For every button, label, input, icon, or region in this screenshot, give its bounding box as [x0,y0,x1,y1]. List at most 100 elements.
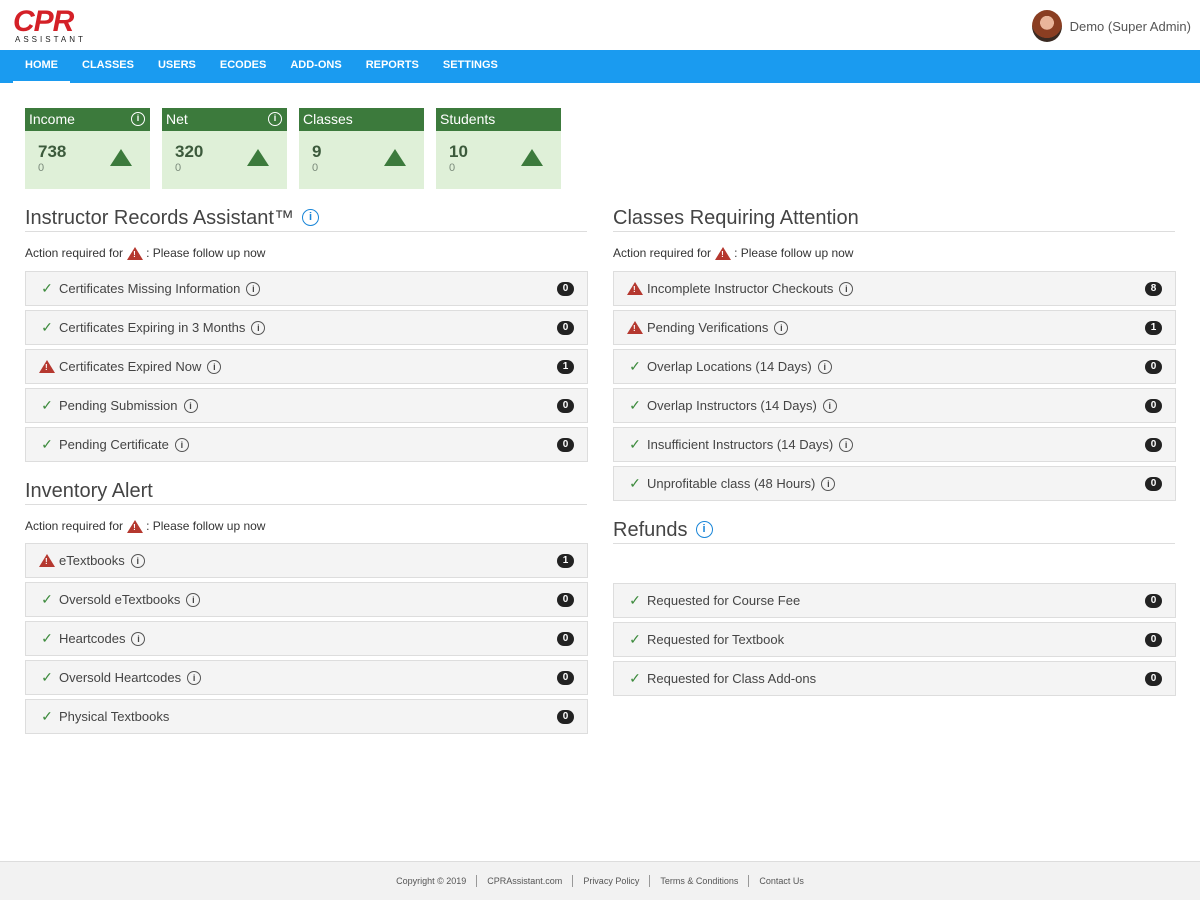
footer: Copyright © 2019 CPRAssistant.com Privac… [0,861,1200,900]
avatar[interactable] [1031,10,1062,42]
info-icon[interactable]: i [186,592,201,607]
count-badge: 0 [557,321,574,335]
list-item[interactable]: ✓ Overlap Instructors (14 Days) i 0 [613,388,1176,423]
list-item[interactable]: ✓ Physical Textbooks 0 [25,699,588,734]
list-item[interactable]: Pending Verifications i 1 [613,310,1176,345]
info-icon[interactable]: i [251,320,266,335]
stat-sub: 0 [38,162,45,174]
nav-users[interactable]: USERS [146,50,208,83]
list-item[interactable]: Certificates Expired Now i 1 [25,349,588,384]
section-title-text: Inventory Alert [25,479,153,502]
list-item[interactable]: ✓ Certificates Missing Information i 0 [25,271,588,306]
check-icon: ✓ [41,436,53,452]
footer-terms-link[interactable]: Terms & Conditions [649,875,748,887]
list-item[interactable]: eTextbooks i 1 [25,543,588,578]
list-item-label: Pending Certificate [59,437,169,452]
info-icon[interactable]: i [695,521,713,538]
note-prefix: Action required for [25,246,124,260]
trend-up-icon [521,149,543,166]
info-icon[interactable]: i [821,476,836,491]
check-icon: ✓ [629,436,641,452]
list-item[interactable]: ✓ Overlap Locations (14 Days) i 0 [613,349,1176,384]
stat-cards: Income i 738 0 Net i 320 0 Classes 9 0 S… [25,108,561,189]
list-item[interactable]: ✓ Certificates Expiring in 3 Months i 0 [25,310,588,345]
info-icon[interactable]: i [817,359,832,374]
stat-value: 320 [175,142,204,161]
stat-card-students: Students 10 0 [436,108,561,189]
section-title-text: Refunds [613,518,688,541]
info-icon[interactable]: i [822,398,837,413]
warning-icon [127,519,144,533]
nav-settings[interactable]: SETTINGS [431,50,510,83]
nav-reports[interactable]: REPORTS [354,50,431,83]
user-menu[interactable]: Demo (Super Admin) [1031,9,1191,43]
info-icon[interactable]: i [131,631,146,646]
list-item[interactable]: ✓ Requested for Course Fee 0 [613,583,1176,618]
list-item[interactable]: ✓ Pending Submission i 0 [25,388,588,423]
info-icon[interactable]: i [268,112,282,126]
list-item[interactable]: ✓ Requested for Class Add-ons 0 [613,661,1176,696]
count-badge: 8 [1145,282,1162,296]
footer-privacy-link[interactable]: Privacy Policy [572,875,649,887]
count-badge: 0 [557,593,574,607]
count-badge: 0 [557,282,574,296]
check-icon: ✓ [629,358,641,374]
list-item-label: Overlap Locations (14 Days) [647,359,812,374]
info-icon[interactable]: i [187,670,202,685]
stat-label: Income [29,111,75,127]
warning-icon [627,321,643,334]
list-item[interactable]: ✓ Pending Certificate i 0 [25,427,588,462]
footer-contact-link[interactable]: Contact Us [748,875,814,887]
nav-add-ons[interactable]: ADD-ONS [278,50,353,83]
info-icon[interactable]: i [131,112,145,126]
list-item-label: Oversold eTextbooks [59,592,181,607]
cpr-assistant-logo[interactable]: CPR ASSISTANT [13,7,93,44]
list-item-label: Certificates Expired Now [59,359,202,374]
list-item[interactable]: ✓ Heartcodes i 0 [25,621,588,656]
info-icon[interactable]: i [207,359,222,374]
info-icon[interactable]: i [246,281,261,296]
list-item[interactable]: Incomplete Instructor Checkouts i 8 [613,271,1176,306]
list-item[interactable]: ✓ Oversold Heartcodes i 0 [25,660,588,695]
nav-ecodes[interactable]: ECODES [208,50,278,83]
warning-icon [627,282,643,295]
stat-card-classes: Classes 9 0 [299,108,424,189]
check-icon: ✓ [629,397,641,413]
check-icon: ✓ [41,630,53,646]
list-item-label: Oversold Heartcodes [59,670,182,685]
list-item-label: Heartcodes [59,631,126,646]
list-item-label: eTextbooks [59,553,125,568]
section-title-text: Classes Requiring Attention [613,206,859,229]
action-note: Action required for : Please follow up n… [25,519,265,533]
info-icon[interactable]: i [174,437,189,452]
check-icon: ✓ [629,592,641,608]
info-icon[interactable]: i [130,553,145,568]
logo-sub-text: ASSISTANT [15,35,86,44]
list-item[interactable]: ✓ Unprofitable class (48 Hours) i 0 [613,466,1176,501]
count-badge: 0 [557,632,574,646]
stat-label: Students [440,111,496,127]
nav-classes[interactable]: CLASSES [70,50,146,83]
footer-site-link[interactable]: CPRAssistant.com [476,875,572,887]
info-icon[interactable]: i [839,437,854,452]
check-icon: ✓ [629,670,641,686]
check-icon: ✓ [41,669,53,685]
stat-sub: 0 [449,162,456,174]
list-item[interactable]: ✓ Oversold eTextbooks i 0 [25,582,588,617]
footer-copyright: Copyright © 2019 [396,876,467,886]
stat-value: 738 [38,142,67,161]
nav-home[interactable]: HOME [13,50,70,83]
info-icon[interactable]: i [839,281,854,296]
check-icon: ✓ [629,475,641,491]
info-icon[interactable]: i [774,320,789,335]
list-item[interactable]: ✓ Insufficient Instructors (14 Days) i 0 [613,427,1176,462]
header: CPR ASSISTANT Demo (Super Admin) [0,0,1200,50]
list-item[interactable]: ✓ Requested for Textbook 0 [613,622,1176,657]
info-icon[interactable]: i [183,398,198,413]
info-icon[interactable]: i [301,209,319,226]
trend-up-icon [110,149,132,166]
count-badge: 0 [557,399,574,413]
warning-icon [715,246,732,260]
user-name[interactable]: Demo (Super Admin) [1070,19,1191,34]
count-badge: 0 [1145,477,1162,491]
